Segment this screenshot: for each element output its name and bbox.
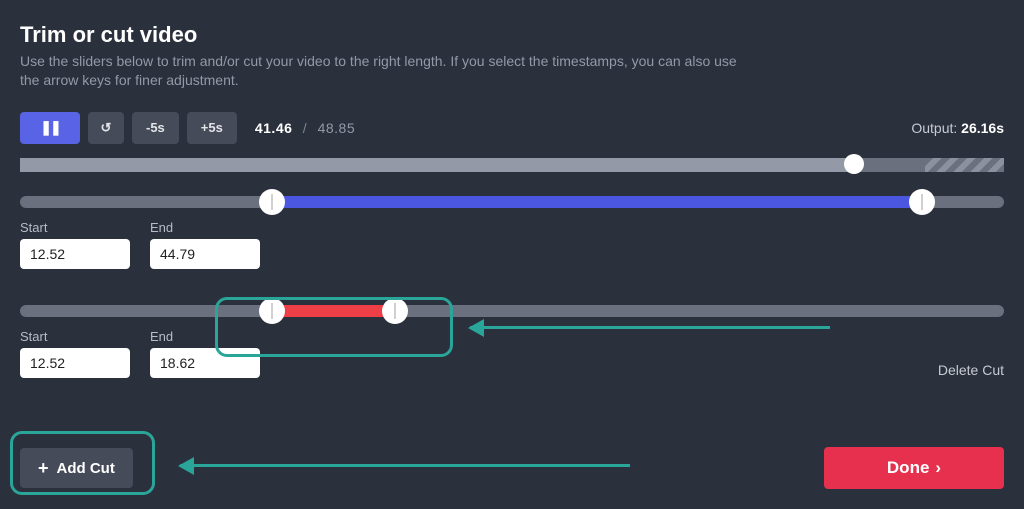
- trim-end-label: End: [150, 220, 260, 235]
- output-length: Output: 26.16s: [911, 120, 1004, 136]
- trim-end-handle[interactable]: [909, 189, 935, 215]
- playback-time: 41.46 / 48.85: [255, 120, 355, 136]
- plus-5s-button[interactable]: +5s: [187, 112, 237, 144]
- output-label: Output:: [911, 120, 957, 136]
- pause-icon: ❚❚: [40, 119, 59, 136]
- restart-icon: ↺: [101, 120, 112, 136]
- cut-end-label: End: [150, 329, 260, 344]
- trim-start-handle[interactable]: [259, 189, 285, 215]
- trim-start-label: Start: [20, 220, 130, 235]
- minus-5s-button[interactable]: -5s: [132, 112, 179, 144]
- cut-range: [272, 305, 395, 317]
- time-separator: /: [303, 120, 307, 136]
- restart-button[interactable]: ↺: [88, 112, 124, 144]
- progress-buffer-stripe: [925, 158, 1004, 172]
- page-title: Trim or cut video: [20, 22, 1004, 48]
- add-cut-button[interactable]: + Add Cut: [20, 448, 133, 488]
- delete-cut-link[interactable]: Delete Cut: [938, 362, 1004, 378]
- chevron-right-icon: ›: [935, 458, 941, 478]
- trim-slider-track[interactable]: [20, 196, 1004, 208]
- cut-end-input[interactable]: [150, 348, 260, 378]
- cut-start-handle[interactable]: [259, 298, 285, 324]
- done-button[interactable]: Done ›: [824, 447, 1004, 489]
- cut-start-label: Start: [20, 329, 130, 344]
- pause-button[interactable]: ❚❚: [20, 112, 80, 144]
- output-value: 26.16s: [961, 120, 1004, 136]
- playhead[interactable]: [844, 154, 864, 174]
- cut-end-handle[interactable]: [382, 298, 408, 324]
- add-cut-label: Add Cut: [57, 460, 115, 477]
- playback-controls: ❚❚ ↺ -5s +5s 41.46 / 48.85 Output: 26.16…: [20, 112, 1004, 144]
- total-duration: 48.85: [318, 120, 356, 136]
- cut-slider-track[interactable]: [20, 305, 1004, 317]
- cut-start-input[interactable]: [20, 348, 130, 378]
- done-label: Done: [887, 458, 930, 478]
- trim-end-input[interactable]: [150, 239, 260, 269]
- progress-fill: [20, 158, 854, 172]
- progress-bar[interactable]: [20, 158, 1004, 172]
- trim-start-input[interactable]: [20, 239, 130, 269]
- trim-range: [272, 196, 922, 208]
- current-time: 41.46: [255, 120, 293, 136]
- plus-icon: +: [38, 458, 49, 479]
- page-description: Use the sliders below to trim and/or cut…: [20, 52, 760, 90]
